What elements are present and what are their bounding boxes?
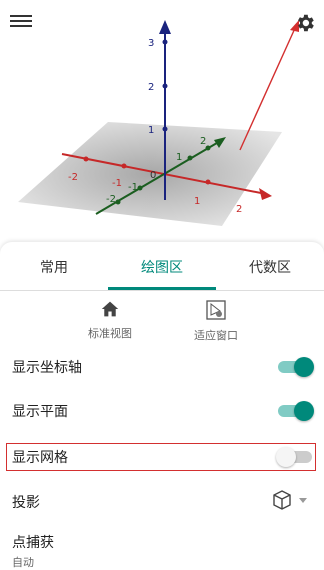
- setting-row-show-plane: 显示平面: [0, 389, 324, 433]
- x-tick-label: 1: [194, 196, 200, 207]
- graphics-view-3d[interactable]: 2 1 -1 -2 2 1 -1 -2 3 2 1 0: [0, 0, 324, 240]
- fit-window-label: 适应窗口: [194, 329, 238, 342]
- home-icon: [101, 301, 119, 317]
- setting-row-point-capture[interactable]: 点捕获 自动: [0, 524, 324, 570]
- tab-general[interactable]: 常用: [0, 242, 108, 290]
- cube-icon: [273, 490, 291, 510]
- z-tick-label: 1: [148, 125, 154, 136]
- y-tick-label: 1: [176, 152, 182, 163]
- x-axis-arrowhead: [259, 188, 272, 200]
- tab-bar: 常用 绘图区 代数区: [0, 242, 324, 291]
- show-axes-label: 显示坐标轴: [12, 360, 82, 376]
- origin-label: 0: [150, 170, 156, 181]
- y-tick-label: 2: [200, 136, 206, 147]
- z-tick-label: 3: [148, 38, 154, 49]
- projection-label: 投影: [12, 495, 40, 511]
- x-tick-label: -2: [68, 172, 78, 183]
- tab-graphics[interactable]: 绘图区: [108, 242, 216, 290]
- active-tab-indicator: [108, 287, 216, 290]
- tab-algebra[interactable]: 代数区: [216, 242, 324, 290]
- fit-window-button[interactable]: 适应窗口: [176, 300, 256, 343]
- point-capture-value: 自动: [12, 556, 34, 569]
- show-axes-toggle[interactable]: [278, 357, 314, 377]
- z-axis-arrowhead: [159, 20, 171, 34]
- show-plane-toggle[interactable]: [278, 401, 314, 421]
- z-tick-label: 2: [148, 82, 154, 93]
- chevron-down-icon: [299, 498, 307, 503]
- setting-row-show-axes: 显示坐标轴: [0, 345, 324, 389]
- fit-window-icon: [206, 300, 226, 320]
- show-plane-label: 显示平面: [12, 404, 68, 420]
- projection-dropdown[interactable]: [272, 488, 312, 512]
- point-capture-label: 点捕获: [12, 535, 54, 551]
- y-tick-label: -1: [128, 182, 138, 193]
- standard-view-label: 标准视图: [88, 327, 132, 340]
- y-tick-label: -2: [106, 194, 116, 205]
- graphics-canvas[interactable]: 2 1 -1 -2 2 1 -1 -2 3 2 1 0: [0, 0, 324, 240]
- standard-view-button[interactable]: 标准视图: [70, 300, 150, 341]
- highlight-box: [6, 443, 316, 471]
- gear-icon[interactable]: [294, 12, 316, 34]
- settings-panel: 常用 绘图区 代数区 标准视图 适应窗口 显示坐标轴 显示平面 显示网格 投影 …: [0, 242, 324, 570]
- menu-icon[interactable]: [10, 12, 32, 30]
- x-tick-label: 2: [236, 204, 242, 215]
- x-tick-label: -1: [112, 178, 122, 189]
